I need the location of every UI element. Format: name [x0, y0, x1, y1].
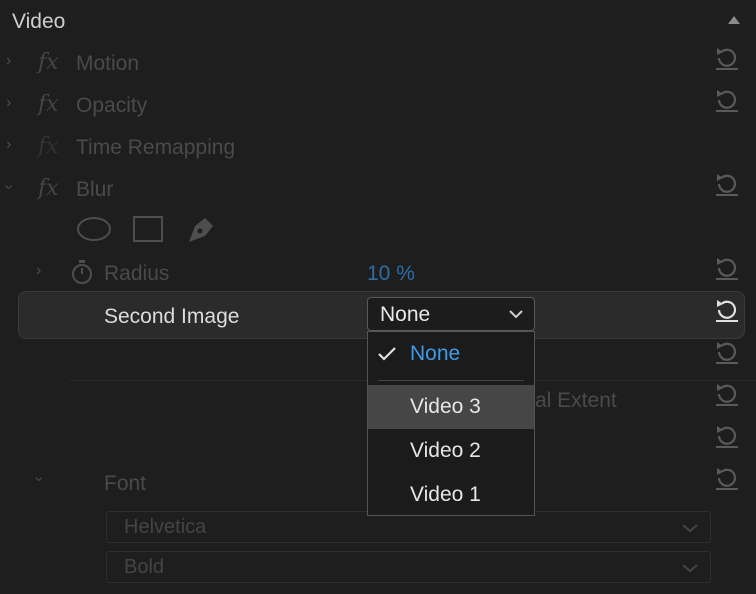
rectangle-mask-icon[interactable]: [132, 215, 164, 243]
effect-time-remapping-label: Time Remapping: [76, 136, 236, 159]
chevron-down-icon: [682, 524, 698, 533]
menu-separator: [378, 380, 524, 381]
menu-item-none[interactable]: None: [368, 332, 534, 376]
expand-chevron-icon[interactable]: ›: [6, 52, 11, 70]
menu-item-label: Video 1: [410, 483, 481, 506]
second-image-menu: None Video 3 Video 2 Video 1: [367, 331, 535, 516]
fx-icon: fx: [38, 134, 59, 159]
font-family-value: Helvetica: [124, 516, 207, 538]
radius-value[interactable]: 10 %: [367, 262, 415, 286]
menu-item-video-3[interactable]: Video 3: [368, 385, 534, 429]
expand-chevron-icon[interactable]: ›: [6, 94, 11, 112]
reset-icon[interactable]: [713, 338, 741, 366]
collapse-chevron-icon[interactable]: ›: [30, 476, 48, 481]
reset-icon[interactable]: [713, 464, 741, 492]
expand-chevron-icon[interactable]: ›: [6, 136, 11, 154]
reset-icon[interactable]: [713, 380, 741, 408]
reset-icon[interactable]: [713, 44, 741, 72]
menu-item-label: None: [410, 342, 461, 365]
fx-icon[interactable]: fx: [38, 92, 59, 117]
font-label: Font: [104, 472, 147, 495]
collapse-chevron-icon[interactable]: ›: [0, 184, 18, 189]
pen-mask-icon[interactable]: [185, 212, 219, 246]
menu-item-label: Video 2: [410, 439, 481, 462]
radius-label: Radius: [104, 262, 170, 285]
chevron-down-icon: [682, 564, 698, 573]
obscured-label: al Extent: [535, 389, 617, 412]
reset-icon[interactable]: [713, 86, 741, 114]
second-image-label: Second Image: [104, 305, 240, 328]
collapse-up-icon[interactable]: [726, 14, 742, 26]
ellipse-mask-icon[interactable]: [76, 216, 112, 242]
reset-icon[interactable]: [713, 422, 741, 450]
effect-motion-label: Motion: [76, 52, 140, 75]
second-image-dropdown[interactable]: None: [367, 297, 535, 331]
reset-icon[interactable]: [713, 170, 741, 198]
reset-icon[interactable]: [713, 296, 741, 324]
expand-chevron-icon[interactable]: ›: [36, 262, 41, 280]
fx-icon[interactable]: fx: [38, 176, 59, 201]
font-style-value: Bold: [124, 556, 165, 578]
panel-title: Video: [12, 10, 66, 33]
font-style-select[interactable]: Bold: [106, 551, 711, 583]
chevron-down-icon: [509, 310, 523, 319]
dropdown-value: None: [380, 303, 431, 326]
menu-item-label: Video 3: [410, 395, 481, 418]
effect-blur-label: Blur: [76, 178, 114, 201]
effect-opacity-label: Opacity: [76, 94, 148, 117]
menu-item-video-2[interactable]: Video 2: [368, 429, 534, 473]
reset-icon[interactable]: [713, 254, 741, 282]
stopwatch-icon[interactable]: [70, 259, 94, 285]
menu-item-video-1[interactable]: Video 1: [368, 473, 534, 517]
fx-icon[interactable]: fx: [38, 50, 59, 75]
checkmark-icon: [378, 347, 396, 361]
